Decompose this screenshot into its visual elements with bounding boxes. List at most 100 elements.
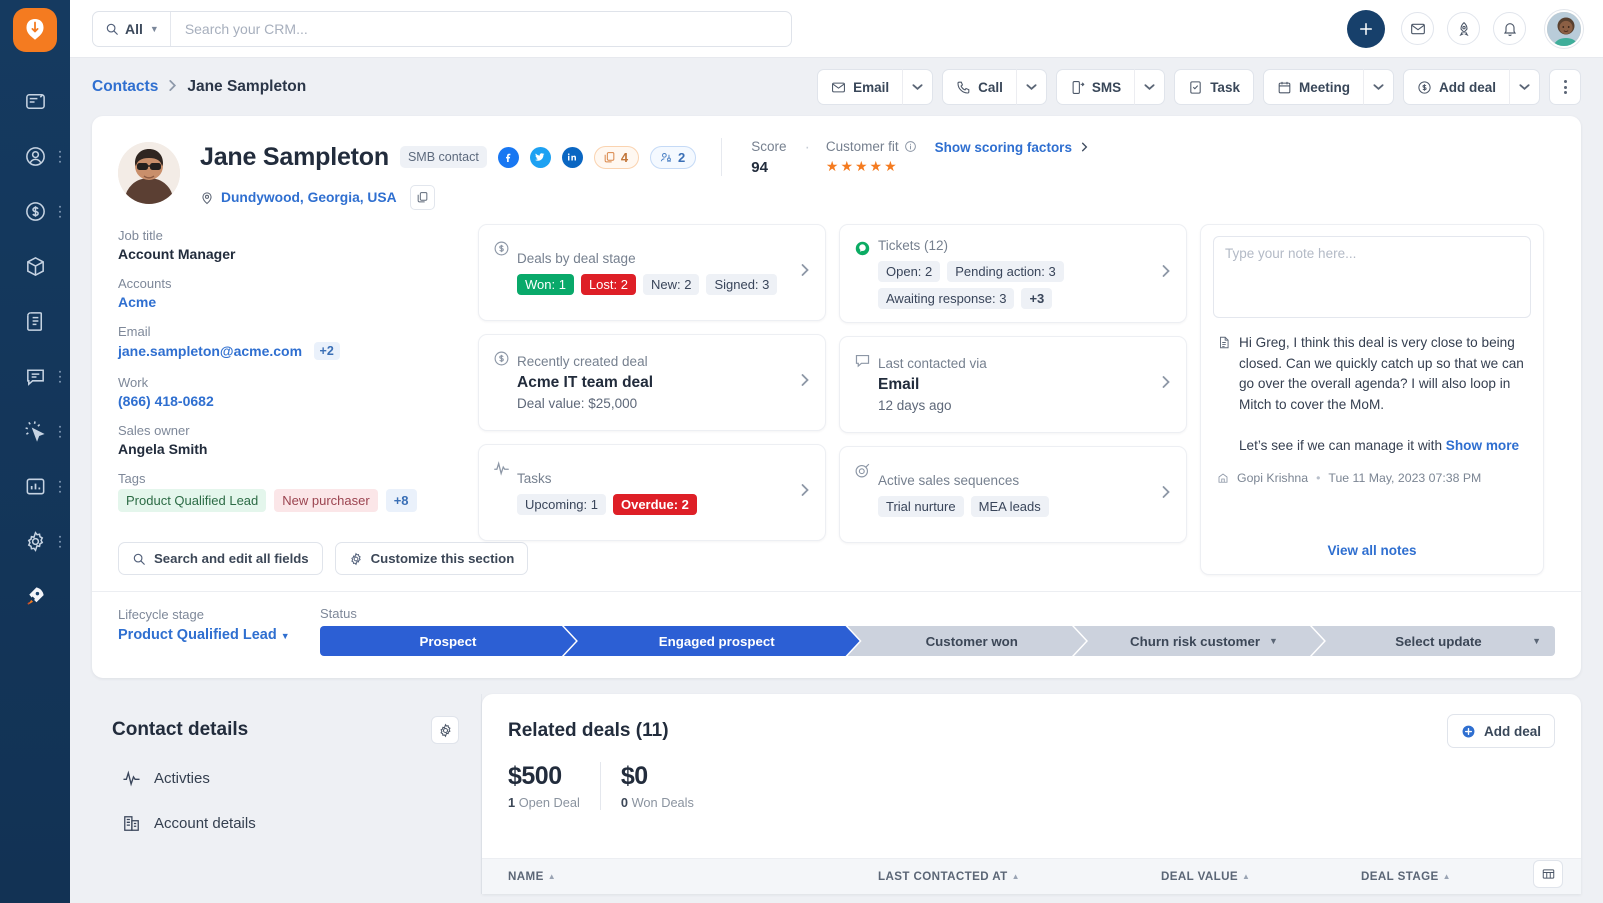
facebook-icon[interactable] (498, 147, 519, 168)
sidebar-item-inbox[interactable] (0, 74, 70, 129)
linkedin-icon[interactable] (562, 147, 583, 168)
status-step-customer-won[interactable]: Customer won (848, 626, 1087, 656)
column-picker-button[interactable] (1533, 860, 1563, 888)
chevron-right-icon[interactable] (1160, 373, 1172, 396)
chevron-right-icon[interactable] (799, 371, 811, 394)
column-header-name[interactable]: NAME ▲ (508, 870, 878, 883)
kebab-icon[interactable] (59, 370, 62, 383)
sidebar-item-settings[interactable] (0, 514, 70, 569)
kebab-icon[interactable] (59, 150, 62, 163)
column-header-deal-stage[interactable]: DEAL STAGE ▲ (1361, 870, 1451, 883)
show-scoring-factors-link[interactable]: Show scoring factors (935, 140, 1089, 155)
card-body: Last contacted via Email 12 days ago (878, 356, 1152, 413)
more-actions-button[interactable] (1549, 69, 1581, 105)
notes-panel: Hi Greg, I think this deal is very close… (1200, 224, 1544, 575)
field-value[interactable]: jane.sampleton@acme.com (118, 343, 302, 359)
email-dropdown[interactable] (902, 69, 933, 105)
connections-count-pill[interactable]: 2 (650, 146, 696, 169)
sidebar-item-whats-new[interactable] (0, 569, 70, 624)
dollar-circle-icon (493, 350, 515, 372)
sidebar-item-deals[interactable] (0, 184, 70, 239)
ticket-icon (854, 240, 876, 262)
field-value[interactable]: (866) 418-0682 (118, 393, 478, 409)
column-header-deal-value[interactable]: DEAL VALUE ▲ (1161, 870, 1361, 883)
sms-button[interactable]: SMS (1056, 69, 1134, 105)
user-avatar[interactable] (1545, 10, 1583, 48)
global-search[interactable]: All ▼ (92, 11, 792, 47)
tag-item[interactable]: Product Qualified Lead (118, 489, 266, 512)
field-sales-owner: Sales owner Angela Smith (118, 423, 478, 457)
kebab-icon[interactable] (59, 425, 62, 438)
status-step-select-update[interactable]: Select update ▼ (1312, 626, 1555, 656)
sidebar-item-reports[interactable] (0, 459, 70, 514)
add-deal-button-bottom[interactable]: Add deal (1447, 714, 1555, 748)
meeting-button[interactable]: Meeting (1263, 69, 1363, 105)
contact-location[interactable]: Dundywood, Georgia, USA (221, 190, 397, 205)
email-more-chip[interactable]: +2 (314, 342, 340, 360)
status-step-engaged-prospect[interactable]: Engaged prospect (564, 626, 860, 656)
sidebar-item-documents[interactable] (0, 294, 70, 349)
email-button[interactable]: Email (817, 69, 902, 105)
call-action-group: Call (942, 69, 1047, 105)
add-new-button[interactable] (1347, 10, 1385, 48)
card-recent-deal[interactable]: Recently created deal Acme IT team deal … (478, 334, 826, 431)
chevron-right-icon[interactable] (799, 481, 811, 504)
chip-more[interactable]: +3 (1021, 288, 1052, 309)
note-text: Hi Greg, I think this deal is very close… (1239, 333, 1527, 457)
contact-avatar[interactable] (118, 142, 180, 204)
whats-new-button[interactable] (1447, 12, 1480, 45)
status-step-churn-risk[interactable]: Churn risk customer ▼ (1074, 626, 1324, 656)
search-input[interactable] (171, 12, 791, 46)
details-nav-account-details[interactable]: Account details (112, 801, 459, 846)
sidebar-item-automation[interactable] (0, 404, 70, 459)
twitter-icon[interactable] (530, 147, 551, 168)
search-all-fields-button[interactable]: Search and edit all fields (118, 542, 323, 575)
call-dropdown[interactable] (1016, 69, 1047, 105)
search-scope-selector[interactable]: All ▼ (93, 12, 171, 46)
kebab-icon[interactable] (59, 535, 62, 548)
chevron-down-icon[interactable]: ▼ (1269, 636, 1278, 646)
chevron-down-icon[interactable]: ▼ (1532, 636, 1541, 646)
sidebar-item-products[interactable] (0, 239, 70, 294)
card-active-sequences[interactable]: Active sales sequences Trial nurture MEA… (839, 446, 1187, 543)
envelope-icon (831, 80, 846, 95)
note-show-more-link[interactable]: Show more (1446, 438, 1519, 453)
note-input[interactable] (1213, 236, 1531, 318)
chip-won: Won: 1 (517, 274, 574, 295)
call-button[interactable]: Call (942, 69, 1016, 105)
lifecycle-stage-selector[interactable]: Product Qualified Lead ▼ (118, 627, 320, 643)
mail-button[interactable] (1401, 12, 1434, 45)
chevron-right-icon[interactable] (1160, 483, 1172, 506)
tag-item[interactable]: New purchaser (274, 489, 377, 512)
kebab-icon[interactable] (59, 205, 62, 218)
sms-dropdown[interactable] (1134, 69, 1165, 105)
freshworks-logo[interactable] (13, 8, 57, 52)
card-tickets[interactable]: Tickets (12) Open: 2 Pending action: 3 A… (839, 224, 1187, 323)
documents-count-pill[interactable]: 4 (594, 146, 639, 169)
add-deal-button[interactable]: Add deal (1403, 69, 1509, 105)
notifications-button[interactable] (1493, 12, 1526, 45)
copy-location-button[interactable] (410, 185, 435, 210)
chevron-right-icon[interactable] (1160, 262, 1172, 285)
view-all-notes-link[interactable]: View all notes (1213, 529, 1531, 566)
breadcrumb-parent[interactable]: Contacts (92, 78, 158, 96)
field-value[interactable]: Acme (118, 294, 478, 310)
column-header-last-contacted[interactable]: LAST CONTACTED AT ▲ (878, 870, 1161, 883)
task-button[interactable]: Task (1174, 69, 1254, 105)
details-nav-activities[interactable]: Activties (112, 756, 459, 801)
chevron-right-icon[interactable] (799, 261, 811, 284)
status-step-prospect[interactable]: Prospect (320, 626, 576, 656)
card-tasks[interactable]: Tasks Upcoming: 1 Overdue: 2 (478, 444, 826, 541)
kebab-icon[interactable] (59, 480, 62, 493)
sidebar-item-chat[interactable] (0, 349, 70, 404)
card-last-contacted[interactable]: Last contacted via Email 12 days ago (839, 336, 1187, 433)
add-deal-dropdown[interactable] (1509, 69, 1540, 105)
contact-details-settings-button[interactable] (431, 716, 459, 744)
card-title: Active sales sequences (878, 473, 1152, 488)
meeting-dropdown[interactable] (1363, 69, 1394, 105)
field-label: Sales owner (118, 423, 478, 438)
sidebar-item-contacts[interactable] (0, 129, 70, 184)
card-deals-by-stage[interactable]: Deals by deal stage Won: 1 Lost: 2 New: … (478, 224, 826, 321)
tags-more-chip[interactable]: +8 (386, 489, 417, 512)
status-label: Status (320, 606, 1555, 621)
